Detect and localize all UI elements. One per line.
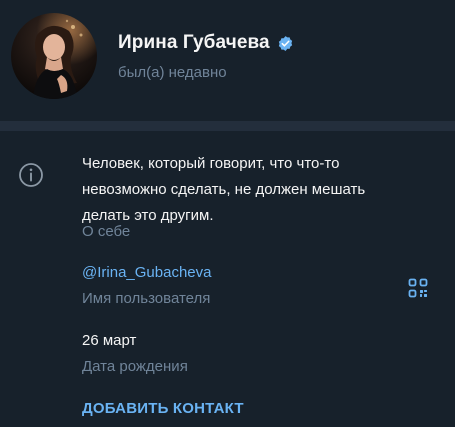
bio-text: Человек, который говорит, что что-то нев… [82, 155, 366, 224]
birthday-value: 26 март [82, 332, 137, 349]
bio-caption: О себе [82, 223, 131, 240]
avatar-photo [11, 13, 97, 99]
profile-info-section: Человек, который говорит, что что-то нев… [0, 131, 455, 427]
qr-code-icon[interactable] [408, 278, 428, 298]
birthday-caption: Дата рождения [82, 358, 188, 375]
name-row: Ирина Губачева [118, 32, 294, 54]
username-link[interactable]: @Irina_Gubacheva [82, 264, 211, 281]
info-icon [18, 162, 44, 188]
profile-header: Ирина Губачева был(а) недавно [0, 0, 455, 121]
username-caption: Имя пользователя [82, 290, 211, 307]
profile-name: Ирина Губачева [118, 32, 270, 53]
last-seen-status: был(а) недавно [118, 64, 227, 81]
verified-badge-icon [277, 35, 294, 52]
avatar[interactable] [11, 13, 97, 99]
section-divider [0, 121, 455, 131]
add-contact-button[interactable]: ДОБАВИТЬ КОНТАКТ [82, 400, 244, 417]
